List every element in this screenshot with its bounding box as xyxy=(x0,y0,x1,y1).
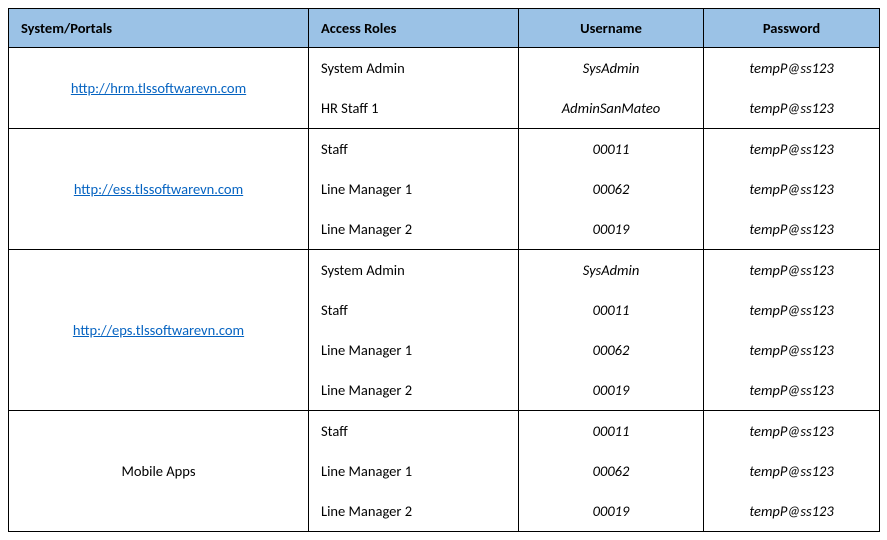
password-value: tempP@ss123 xyxy=(716,330,867,370)
system-cell: http://ess.tlssoftwarevn.com xyxy=(9,129,309,250)
role-value: System Admin xyxy=(321,48,506,88)
role-value: System Admin xyxy=(321,250,506,290)
header-roles: Access Roles xyxy=(309,9,519,48)
system-cell: http://hrm.tlssoftwarevn.com xyxy=(9,48,309,129)
password-value: tempP@ss123 xyxy=(716,290,867,330)
header-username: Username xyxy=(519,9,704,48)
password-value: tempP@ss123 xyxy=(716,129,867,169)
header-password: Password xyxy=(704,9,880,48)
roles-cell: System AdminHR Staff 1 xyxy=(309,48,519,129)
username-cell: SysAdminAdminSanMateo xyxy=(519,48,704,129)
password-value: tempP@ss123 xyxy=(716,48,867,88)
role-value: Line Manager 2 xyxy=(321,209,506,249)
table-row: http://ess.tlssoftwarevn.comStaffLine Ma… xyxy=(9,129,880,250)
username-value: 00062 xyxy=(531,169,691,209)
role-value: HR Staff 1 xyxy=(321,88,506,128)
header-system: System/Portals xyxy=(9,9,309,48)
password-cell: tempP@ss123tempP@ss123tempP@ss123 xyxy=(704,411,880,532)
password-value: tempP@ss123 xyxy=(716,411,867,451)
username-value: SysAdmin xyxy=(531,48,691,88)
password-cell: tempP@ss123tempP@ss123 xyxy=(704,48,880,129)
password-value: tempP@ss123 xyxy=(716,88,867,128)
password-value: tempP@ss123 xyxy=(716,370,867,410)
role-value: Staff xyxy=(321,129,506,169)
roles-cell: System AdminStaffLine Manager 1Line Mana… xyxy=(309,250,519,411)
role-value: Staff xyxy=(321,290,506,330)
username-value: 00011 xyxy=(531,129,691,169)
roles-cell: StaffLine Manager 1Line Manager 2 xyxy=(309,411,519,532)
username-value: 00019 xyxy=(531,491,691,531)
system-cell: Mobile Apps xyxy=(9,411,309,532)
role-value: Line Manager 1 xyxy=(321,330,506,370)
role-value: Line Manager 1 xyxy=(321,451,506,491)
password-value: tempP@ss123 xyxy=(716,169,867,209)
password-cell: tempP@ss123tempP@ss123tempP@ss123tempP@s… xyxy=(704,250,880,411)
username-cell: SysAdmin000110006200019 xyxy=(519,250,704,411)
password-value: tempP@ss123 xyxy=(716,451,867,491)
username-value: SysAdmin xyxy=(531,250,691,290)
role-value: Line Manager 1 xyxy=(321,169,506,209)
table-row: Mobile Apps StaffLine Manager 1Line Manag… xyxy=(9,411,880,532)
system-link[interactable]: http://hrm.tlssoftwarevn.com xyxy=(71,79,246,97)
password-value: tempP@ss123 xyxy=(716,209,867,249)
password-value: tempP@ss123 xyxy=(716,250,867,290)
role-value: Line Manager 2 xyxy=(321,491,506,531)
username-value: 00019 xyxy=(531,370,691,410)
system-cell: http://eps.tlssoftwarevn.com xyxy=(9,250,309,411)
username-value: 00011 xyxy=(531,290,691,330)
username-value: 00062 xyxy=(531,451,691,491)
username-cell: 000110006200019 xyxy=(519,129,704,250)
table-row: http://hrm.tlssoftwarevn.com System Admin… xyxy=(9,48,880,129)
system-link[interactable]: http://ess.tlssoftwarevn.com xyxy=(74,180,243,198)
password-cell: tempP@ss123tempP@ss123tempP@ss123 xyxy=(704,129,880,250)
system-label: Mobile Apps xyxy=(121,462,195,480)
username-value: 00062 xyxy=(531,330,691,370)
role-value: Staff xyxy=(321,411,506,451)
password-value: tempP@ss123 xyxy=(716,491,867,531)
username-cell: 000110006200019 xyxy=(519,411,704,532)
table-row: http://eps.tlssoftwarevn.com System Admin… xyxy=(9,250,880,411)
role-value: Line Manager 2 xyxy=(321,370,506,410)
table-header-row: System/Portals Access Roles Username Pas… xyxy=(9,9,880,48)
username-value: 00019 xyxy=(531,209,691,249)
username-value: AdminSanMateo xyxy=(531,88,691,128)
roles-cell: StaffLine Manager 1Line Manager 2 xyxy=(309,129,519,250)
username-value: 00011 xyxy=(531,411,691,451)
system-link[interactable]: http://eps.tlssoftwarevn.com xyxy=(73,321,244,339)
credentials-table: System/Portals Access Roles Username Pas… xyxy=(8,8,880,532)
